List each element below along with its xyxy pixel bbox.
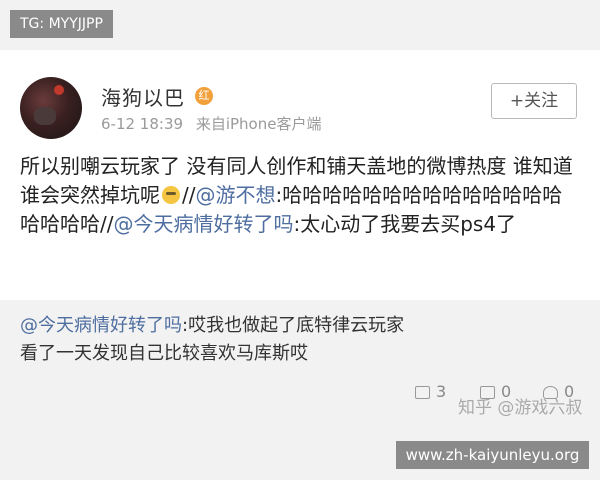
repost-button[interactable]: 3	[415, 382, 446, 401]
follow-button[interactable]: +关注	[491, 83, 577, 119]
avatar[interactable]	[20, 77, 82, 139]
post-sep-1: //	[182, 183, 196, 207]
tg-overlay-label: TG: MYYJJPP	[10, 10, 113, 38]
post-text-3: :太心动了我要去买ps4了	[293, 212, 517, 236]
site-url-overlay: www.zh-kaiyunleyu.org	[396, 441, 589, 469]
mention-link-1[interactable]: @游不想	[195, 183, 275, 207]
avatar-spot	[54, 85, 64, 95]
post-source: 来自iPhone客户端	[195, 115, 322, 133]
author-name[interactable]: 海狗以巴	[101, 82, 185, 111]
zhihu-watermark: 知乎 @游戏六叔	[458, 398, 583, 418]
reply-text-line1: :哎我也做起了底特律云玩家	[182, 315, 405, 336]
avatar-shape	[34, 107, 56, 125]
repost-count: 3	[436, 382, 447, 401]
reply-text-line2: 看了一天发现自己比较喜欢马库斯哎	[20, 343, 308, 364]
vip-badge-icon: 红	[195, 87, 213, 105]
post-time: 6-12 18:39	[101, 115, 184, 133]
post-meta: 6-12 18:39 来自iPhone客户端	[101, 113, 329, 134]
mention-link-2[interactable]: @今天病情好转了吗	[113, 212, 293, 236]
post-body: 所以别嘲云玩家了 没有同人创作和铺天盖地的微博热度 谁知道谁会突然掉坑呢//@游…	[20, 152, 580, 239]
reposted-text: @今天病情好转了吗:哎我也做起了底特律云玩家看了一天发现自己比较喜欢马库斯哎	[20, 312, 580, 368]
repost-icon	[415, 386, 430, 399]
sweat-smile-emoji-icon	[162, 186, 180, 204]
reply-mention-link[interactable]: @今天病情好转了吗	[20, 315, 182, 336]
